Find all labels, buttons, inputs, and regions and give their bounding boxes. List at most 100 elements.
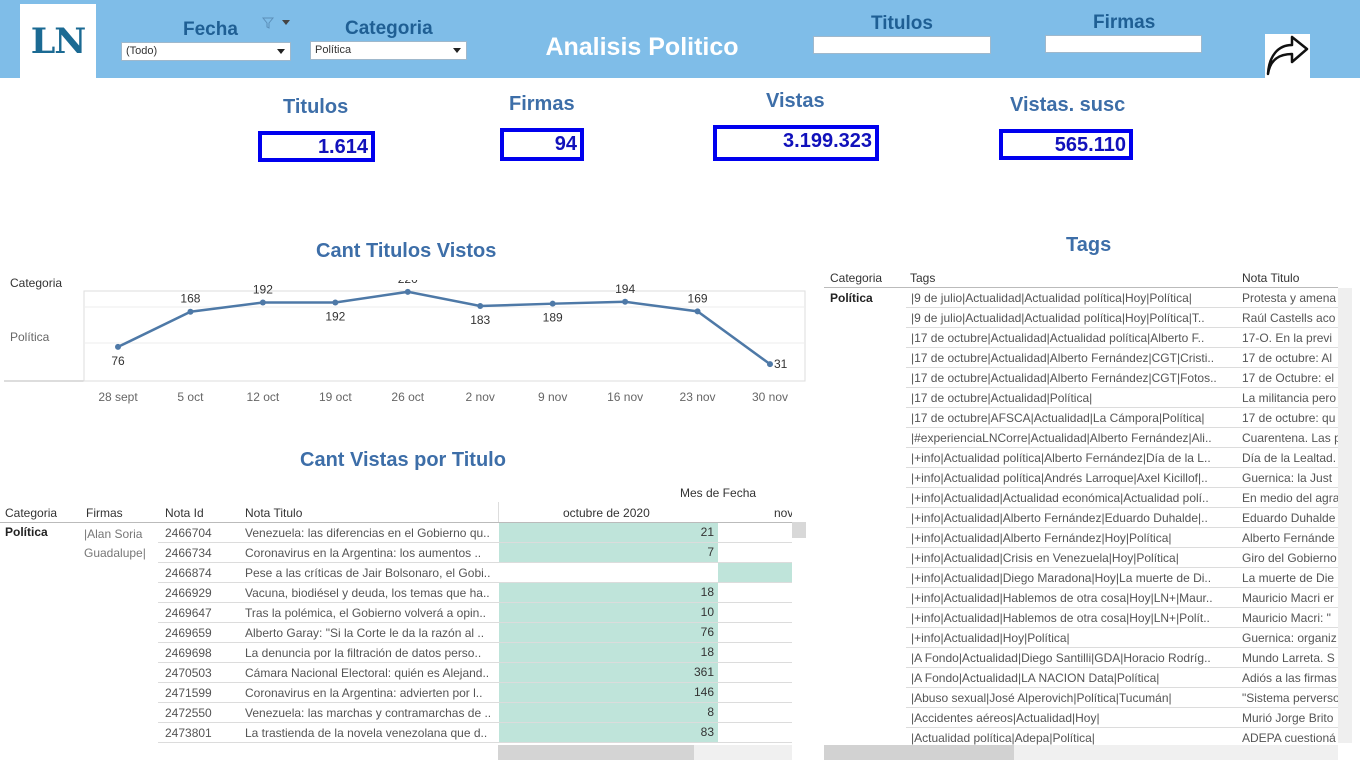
chevron-down-icon [453,48,461,53]
firmas-filter-label: Firmas [1093,12,1156,33]
data-point[interactable] [404,288,411,295]
tags-nota-titulo-cell: Guernica: la Just [1242,471,1333,485]
oct-value-cell[interactable]: 21 [499,523,718,542]
oct-value-cell[interactable]: 7 [499,543,718,562]
nov-value-cell[interactable] [718,683,792,702]
data-point[interactable] [332,299,339,306]
titulos-filter-label: Titulos [871,13,933,34]
table-row[interactable]: 2469659 Alberto Garay: "Si la Corte le da… [158,623,792,643]
table-row[interactable]: 2466704 Venezuela: las diferencias en el … [158,523,792,543]
tags-horizontal-scrollbar[interactable] [824,745,1014,760]
tags-nota-titulo-cell: La muerte de Die [1242,571,1335,585]
tags-nota-titulo-cell: ADEPA cuestioná [1242,731,1336,745]
oct-value-cell[interactable]: 18 [499,583,718,602]
nov-value-cell[interactable] [718,643,792,662]
data-point[interactable] [259,299,266,306]
tags-row[interactable]: |Abuso sexual|José Alperovich|Política|T… [906,688,1338,708]
tags-row[interactable]: |#experienciaLNCorre|Actualidad|Alberto … [906,428,1338,448]
tags-nota-titulo-cell: Eduardo Duhalde [1242,511,1336,525]
tags-row[interactable]: |+info|Actualidad|Hoy|Política| Guernica:… [906,628,1338,648]
tags-cell: |+info|Actualidad|Alberto Fernández|Edua… [911,511,1208,525]
tags-row[interactable]: |+info|Actualidad política|Alberto Ferná… [906,448,1338,468]
filter-icon[interactable] [262,17,274,29]
tags-row[interactable]: |+info|Actualidad|Actualidad económica|A… [906,488,1338,508]
tags-row[interactable]: |+info|Actualidad|Hablemos de otra cosa|… [906,588,1338,608]
tags-row[interactable]: |17 de octubre|Actualidad|Alberto Fernán… [906,368,1338,388]
data-point[interactable] [115,343,121,350]
categoria-dropdown[interactable]: Política [310,41,467,60]
tags-row[interactable]: |+info|Actualidad|Alberto Fernández|Hoy|… [906,528,1338,548]
tags-row[interactable]: |+info|Actualidad|Diego Maradona|Hoy|La … [906,568,1338,588]
data-point[interactable] [477,302,484,309]
table-row[interactable]: 2470503 Cámara Nacional Electoral: quién … [158,663,792,683]
oct-value-cell[interactable]: 146 [499,683,718,702]
data-point[interactable] [622,298,629,305]
nov-value-cell[interactable] [718,623,792,642]
vistas-horizontal-scroll-track [694,745,792,760]
table-row[interactable]: 2466929 Vacuna, biodiésel y deuda, los te… [158,583,792,603]
categoria-dropdown-value: Política [315,44,352,56]
nota-titulo-cell: Venezuela: las marchas y contramarchas d… [245,706,492,720]
tags-row[interactable]: |17 de octubre|Actualidad|Política| La mi… [906,388,1338,408]
x-tick-label: 28 sept [98,390,138,404]
firmas-search-input[interactable] [1045,35,1202,53]
oct-value-cell[interactable]: 8 [499,703,718,722]
tags-row[interactable]: |17 de octubre|Actualidad|Actualidad pol… [906,328,1338,348]
table-row[interactable]: 2469698 La denuncia por la filtración de … [158,643,792,663]
vistas-vertical-scrollbar[interactable] [792,522,806,538]
nov-value-cell[interactable] [718,563,792,582]
oct-value-cell[interactable] [499,563,718,582]
tags-nota-titulo-cell: Murió Jorge Brito [1242,711,1334,725]
col-header-categoria: Categoria [5,506,58,520]
nota-titulo-cell: Vacuna, biodiésel y deuda, los temas que… [245,586,490,600]
tags-row[interactable]: |+info|Actualidad|Alberto Fernández|Edua… [906,508,1338,528]
oct-value-cell[interactable]: 10 [499,603,718,622]
nov-value-cell[interactable] [718,543,792,562]
kpi-titulos-label: Titulos [283,96,349,118]
tags-row[interactable]: |17 de octubre|Actualidad|Alberto Fernán… [906,348,1338,368]
titulos-search-input[interactable] [813,36,991,54]
nov-value-cell[interactable] [718,583,792,602]
table-row[interactable]: 2473801 La trastienda de la novela venezo… [158,723,792,743]
nov-value-cell[interactable] [718,603,792,622]
nota-titulo-cell: La denuncia por la filtración de datos p… [245,646,482,660]
table-row[interactable]: 2469647 Tras la polémica, el Gobierno vol… [158,603,792,623]
data-point[interactable] [549,300,556,307]
oct-value-cell[interactable]: 76 [499,623,718,642]
filter-menu-caret-icon[interactable] [282,20,290,25]
tags-cell: |9 de julio|Actualidad|Actualidad políti… [911,291,1192,305]
tags-row[interactable]: |+info|Actualidad|Hablemos de otra cosa|… [906,608,1338,628]
oct-value-cell[interactable]: 18 [499,643,718,662]
table-row[interactable]: 2472550 Venezuela: las marchas y contrama… [158,703,792,723]
x-tick-label: 9 nov [538,390,567,404]
nota-titulo-cell: Pese a las críticas de Jair Bolsonaro, e… [245,566,491,580]
tags-row[interactable]: |+info|Actualidad|Crisis en Venezuela|Ho… [906,548,1338,568]
share-button[interactable] [1265,34,1310,78]
tags-row[interactable]: |9 de julio|Actualidad|Actualidad políti… [906,308,1338,328]
tags-row[interactable]: |9 de julio|Actualidad|Actualidad políti… [906,288,1338,308]
tags-row[interactable]: |A Fondo|Actualidad|Diego Santilli|GDA|H… [906,648,1338,668]
oct-value-cell[interactable]: 361 [499,663,718,682]
table-row[interactable]: 2466734 Coronavirus en la Argentina: los … [158,543,792,563]
tags-row[interactable]: |A Fondo|Actualidad|LA NACION Data|Polít… [906,668,1338,688]
data-point[interactable] [767,361,773,368]
data-point[interactable] [187,308,194,315]
oct-value-cell[interactable]: 83 [499,723,718,742]
table-row[interactable]: 2471599 Coronavirus en la Argentina: advi… [158,683,792,703]
nov-value-cell[interactable] [718,703,792,722]
nov-value-cell[interactable] [718,663,792,682]
fecha-dropdown[interactable]: (Todo) [121,42,291,61]
tags-vertical-scrollbar[interactable] [1338,288,1352,743]
table-row[interactable]: 2466874 Pese a las críticas de Jair Bolso… [158,563,792,583]
tags-categoria-value: Política [830,291,873,305]
fecha-dropdown-value: (Todo) [126,45,158,57]
tags-nota-titulo-cell: Mundo Larreta. S [1242,651,1335,665]
data-point[interactable] [694,308,701,315]
nov-value-cell[interactable] [718,523,792,542]
nov-value-cell[interactable] [718,723,792,742]
tags-row[interactable]: |+info|Actualidad política|Andrés Larroq… [906,468,1338,488]
vistas-horizontal-scrollbar[interactable] [498,745,694,760]
data-label: 169 [688,291,708,305]
tags-row[interactable]: |17 de octubre|AFSCA|Actualidad|La Cámpo… [906,408,1338,428]
tags-row[interactable]: |Accidentes aéreos|Actualidad|Hoy| Murió … [906,708,1338,728]
